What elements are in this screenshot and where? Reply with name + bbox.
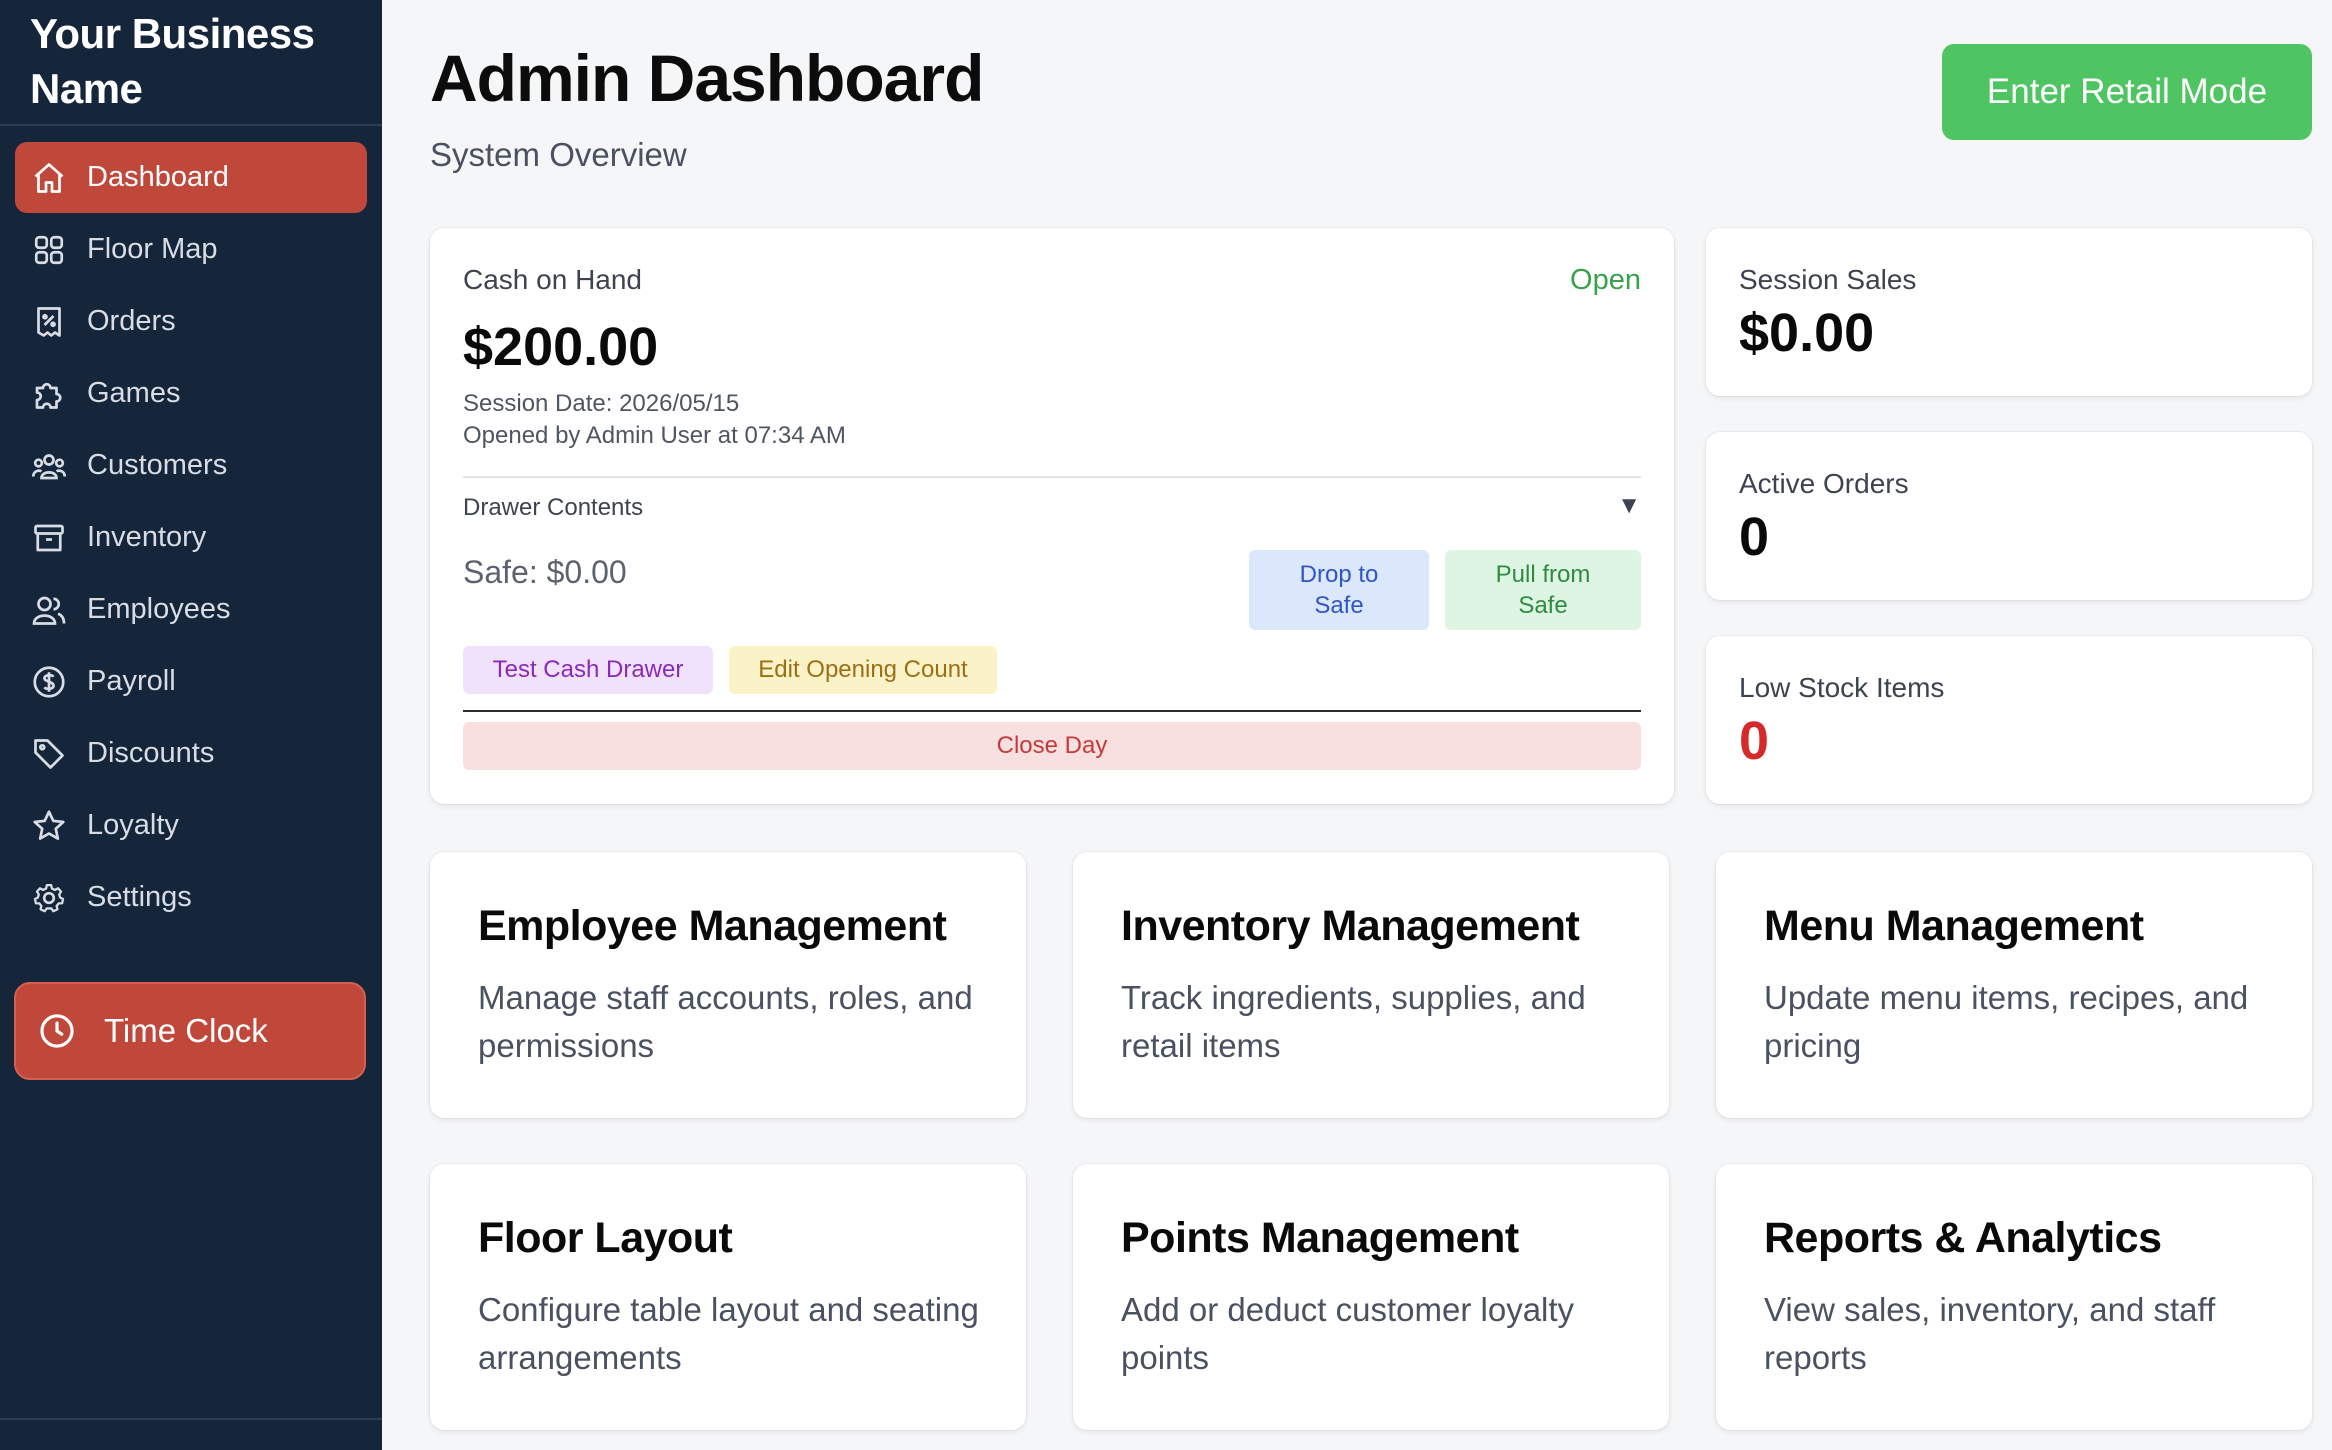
card-title: Points Management [1121, 1214, 1519, 1262]
sidebar-item-label: Inventory [87, 521, 207, 553]
sidebar-item-label: Games [87, 377, 181, 409]
sidebar-divider [0, 1418, 382, 1420]
low-stock-items-card: Low Stock Items 0 [1706, 636, 2312, 804]
session-status-badge: Open [1570, 264, 1641, 296]
sidebar-item-payroll[interactable]: Payroll [15, 646, 367, 717]
card-title: Floor Layout [478, 1214, 733, 1262]
divider [463, 710, 1641, 712]
stat-label: Active Orders [1739, 468, 1909, 499]
stat-label: Session Sales [1739, 264, 1917, 295]
clock-icon [38, 1012, 76, 1050]
sidebar-item-loyalty[interactable]: Loyalty [15, 790, 367, 861]
sidebar-item-label: Dashboard [87, 161, 229, 193]
users-icon [31, 448, 67, 484]
card-description: Track ingredients, supplies, and retail … [1121, 979, 1586, 1064]
button-label-line: Safe [1518, 592, 1568, 619]
sidebar-item-floor-map[interactable]: Floor Map [15, 214, 367, 285]
reports-analytics-card[interactable]: Reports & Analytics View sales, inventor… [1716, 1164, 2312, 1430]
sidebar-nav: Dashboard Floor Map Orders Games Custome… [0, 126, 382, 933]
card-description: Configure table layout and seating arran… [478, 1291, 979, 1376]
page-subtitle: System Overview [430, 136, 687, 173]
sidebar-item-label: Discounts [87, 737, 215, 769]
session-date: Session Date: 2026/05/15 [463, 390, 740, 417]
home-icon [31, 160, 67, 196]
sidebar-item-label: Settings [87, 881, 192, 913]
sidebar-item-orders[interactable]: Orders [15, 286, 367, 357]
sidebar-item-customers[interactable]: Customers [15, 430, 367, 501]
grid-icon [31, 232, 67, 268]
stat-value: 0 [1739, 711, 1770, 771]
time-clock-button[interactable]: Time Clock [14, 982, 366, 1080]
employee-management-card[interactable]: Employee Management Manage staff account… [430, 852, 1026, 1118]
sidebar: Your Business Name Dashboard Floor Map O… [0, 0, 382, 1450]
sidebar-item-label: Employees [87, 593, 231, 625]
inventory-management-card[interactable]: Inventory Management Track ingredients, … [1073, 852, 1669, 1118]
close-day-button[interactable]: Close Day [463, 722, 1641, 770]
archive-icon [31, 520, 67, 556]
sidebar-item-inventory[interactable]: Inventory [15, 502, 367, 573]
opened-by-text: Opened by Admin User at 07:34 AM [463, 422, 846, 449]
sidebar-item-label: Payroll [87, 665, 176, 697]
stat-label: Low Stock Items [1739, 672, 1945, 703]
points-management-card[interactable]: Points Management Add or deduct customer… [1073, 1164, 1669, 1430]
enter-retail-mode-button[interactable]: Enter Retail Mode [1942, 44, 2312, 140]
menu-management-card[interactable]: Menu Management Update menu items, recip… [1716, 852, 2312, 1118]
sidebar-item-settings[interactable]: Settings [15, 862, 367, 933]
sidebar-item-label: Floor Map [87, 233, 218, 265]
time-clock-label: Time Clock [104, 1012, 268, 1049]
safe-amount: Safe: $0.00 [463, 554, 627, 590]
sidebar-item-label: Customers [87, 449, 228, 481]
user-group-icon [31, 592, 67, 628]
star-icon [31, 808, 67, 844]
drawer-toggle-icon[interactable]: ▼ [1617, 492, 1641, 520]
sidebar-item-employees[interactable]: Employees [15, 574, 367, 645]
sidebar-item-discounts[interactable]: Discounts [15, 718, 367, 789]
brand-name: Your Business Name [0, 0, 382, 126]
gear-icon [31, 880, 67, 916]
button-label-line: Pull from [1495, 561, 1591, 588]
card-description: View sales, inventory, and staff reports [1764, 1291, 2216, 1376]
card-title: Reports & Analytics [1764, 1214, 2162, 1262]
card-description: Manage staff accounts, roles, and permis… [478, 979, 973, 1064]
receipt-icon [31, 304, 67, 340]
cash-on-hand-label: Cash on Hand [463, 264, 643, 295]
divider [463, 476, 1641, 478]
pull-from-safe-button[interactable]: Pull from Safe [1445, 550, 1641, 630]
stat-value: 0 [1739, 507, 1770, 567]
sidebar-item-label: Loyalty [87, 809, 179, 841]
active-orders-card: Active Orders 0 [1706, 432, 2312, 600]
card-title: Inventory Management [1121, 902, 1580, 950]
stat-value: $0.00 [1739, 303, 1875, 363]
drop-to-safe-button[interactable]: Drop to Safe [1249, 550, 1429, 630]
puzzle-icon [31, 376, 67, 412]
edit-opening-count-button[interactable]: Edit Opening Count [729, 646, 997, 694]
card-description: Add or deduct customer loyalty points [1121, 1291, 1575, 1376]
sidebar-item-dashboard[interactable]: Dashboard [15, 142, 367, 213]
card-title: Employee Management [478, 902, 947, 950]
floor-layout-card[interactable]: Floor Layout Configure table layout and … [430, 1164, 1026, 1430]
page-title: Admin Dashboard [430, 41, 984, 115]
tag-icon [31, 736, 67, 772]
session-sales-card: Session Sales $0.00 [1706, 228, 2312, 396]
card-description: Update menu items, recipes, and pricing [1764, 979, 2249, 1064]
dollar-circle-icon [31, 664, 67, 700]
cash-amount: $200.00 [463, 317, 659, 377]
card-title: Menu Management [1764, 902, 2144, 950]
cash-on-hand-card: Cash on Hand Open $200.00 Session Date: … [430, 228, 1674, 804]
button-label-line: Drop to [1299, 561, 1379, 588]
sidebar-item-label: Orders [87, 305, 176, 337]
button-label-line: Safe [1314, 592, 1364, 619]
drawer-contents-label: Drawer Contents [463, 494, 644, 521]
sidebar-item-games[interactable]: Games [15, 358, 367, 429]
test-cash-drawer-button[interactable]: Test Cash Drawer [463, 646, 713, 694]
